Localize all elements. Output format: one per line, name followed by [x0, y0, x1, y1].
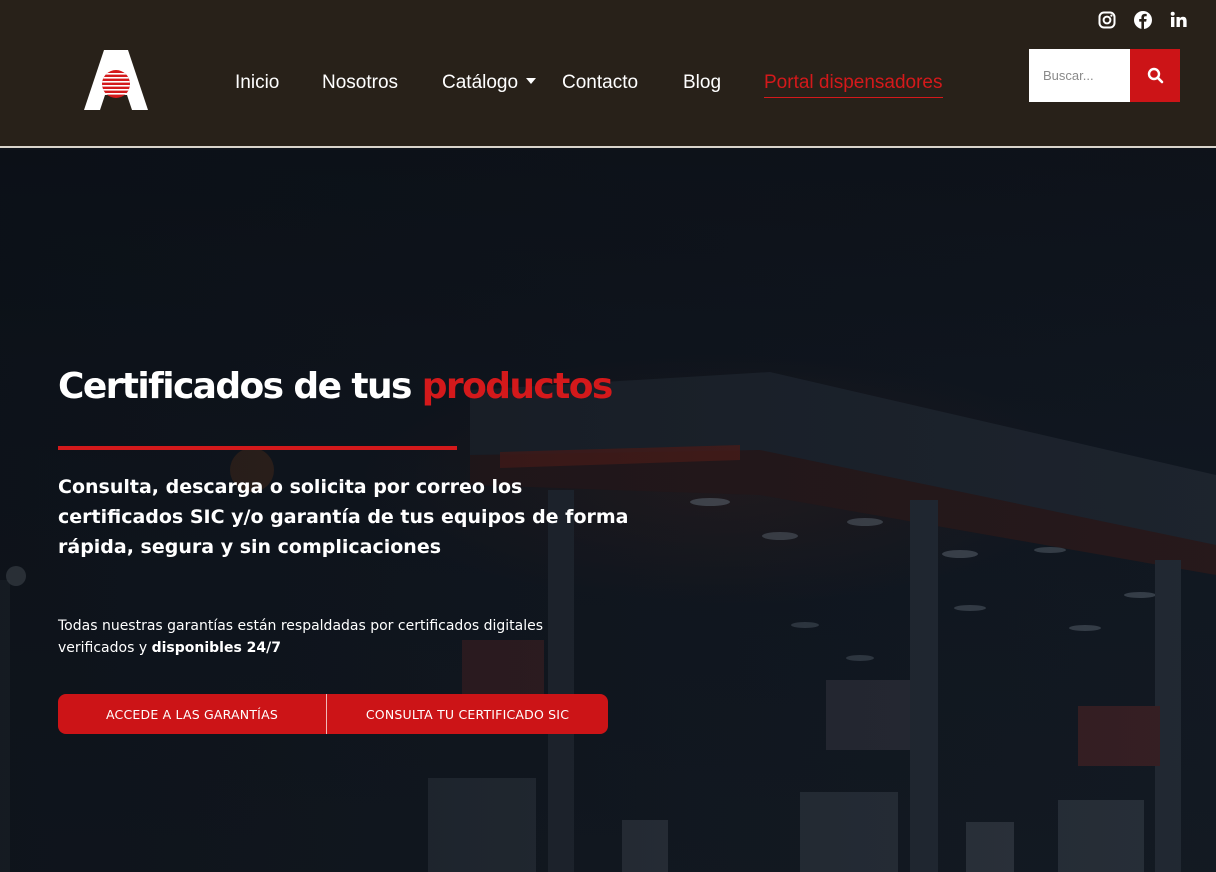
cta-button-group: ACCEDE A LAS GARANTÍAS CONSULTA TU CERTI…: [58, 694, 608, 734]
hero-note: Todas nuestras garantías están respaldad…: [58, 615, 618, 659]
nav-item-catalogo-label: Catálogo: [442, 72, 519, 93]
title-divider: [58, 446, 457, 450]
facebook-icon[interactable]: [1133, 10, 1153, 30]
nav-item-nosotros[interactable]: Nosotros: [322, 70, 398, 96]
hero-note-bold: disponibles 24/7: [151, 640, 281, 656]
nav-item-blog[interactable]: Blog: [683, 70, 721, 96]
hero-title: Certificados de tus productos: [58, 366, 614, 407]
instagram-icon[interactable]: [1097, 10, 1117, 30]
check-sic-certificate-button[interactable]: CONSULTA TU CERTIFICADO SIC: [327, 694, 608, 734]
linkedin-icon[interactable]: [1169, 10, 1189, 30]
hero-title-accent: productos: [421, 366, 614, 407]
nav-item-contacto[interactable]: Contacto: [562, 70, 638, 96]
search-input[interactable]: [1029, 49, 1130, 102]
hero-note-text: Todas nuestras garantías están respaldad…: [58, 618, 544, 656]
chevron-down-icon: [526, 77, 537, 84]
hero-section: Certificados de tus productos Consulta, …: [0, 150, 1216, 872]
brand-a-logo-icon: [84, 50, 148, 110]
nav-item-inicio[interactable]: Inicio: [235, 70, 279, 96]
hero-title-main: Certificados de tus: [58, 366, 412, 407]
site-header: Inicio Nosotros Catálogo Contacto Blog P…: [0, 0, 1216, 148]
brand-logo[interactable]: [82, 48, 150, 112]
nav-item-portal-dispensadores[interactable]: Portal dispensadores: [764, 70, 943, 98]
nav-item-catalogo[interactable]: Catálogo: [442, 70, 537, 96]
hero-subtitle: Consulta, descarga o solicita por correo…: [58, 476, 629, 558]
search-button[interactable]: [1130, 49, 1180, 102]
access-warranties-button[interactable]: ACCEDE A LAS GARANTÍAS: [58, 694, 327, 734]
search-icon: [1147, 67, 1163, 84]
